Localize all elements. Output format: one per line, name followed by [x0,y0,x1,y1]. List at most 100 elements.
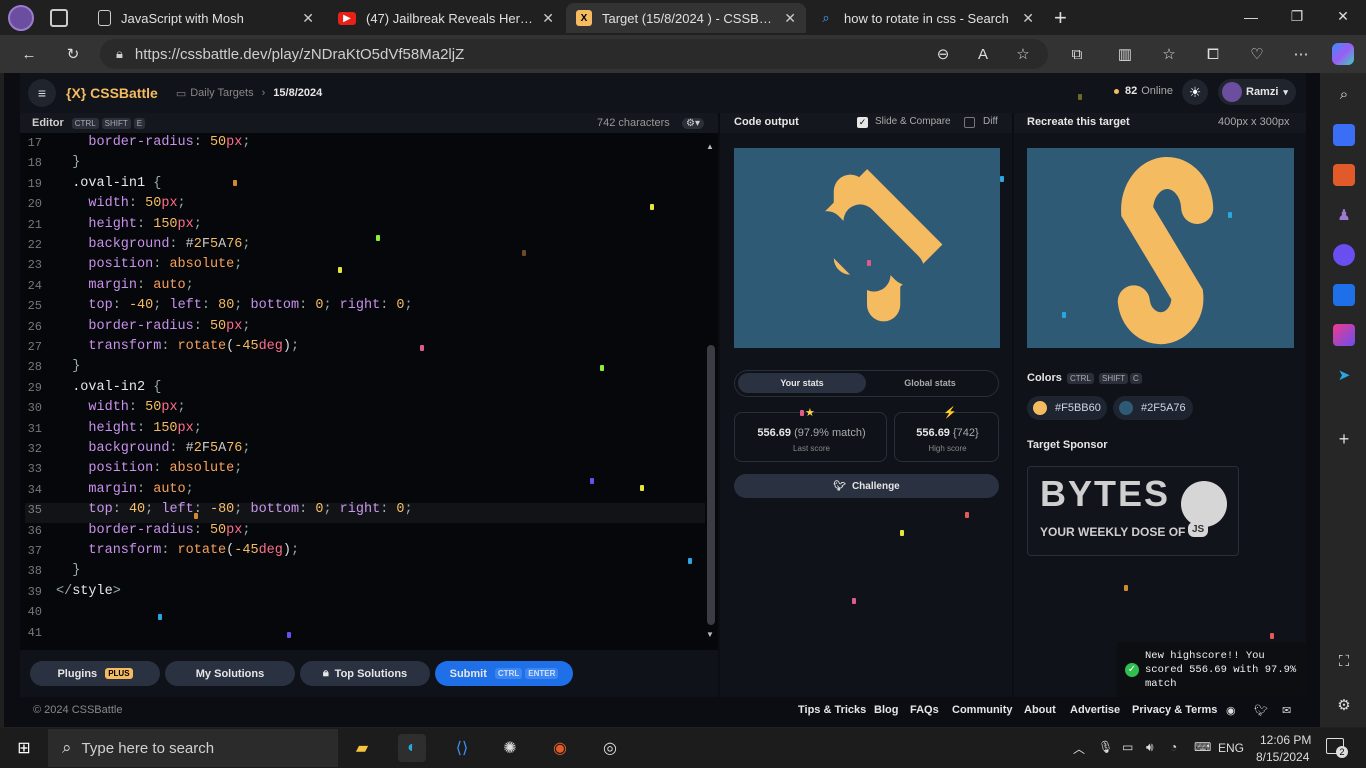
restore-icon[interactable]: ❐ [1274,0,1320,33]
extensions-icon[interactable]: ⧉ [1066,43,1088,65]
close-icon[interactable]: ✕ [784,10,796,27]
close-icon[interactable]: ✕ [1022,10,1034,27]
code-line[interactable]: 24 margin: auto; [20,276,705,296]
microphone-icon[interactable]: 🎙︎ [1098,740,1113,754]
new-tab-button[interactable]: + [1054,5,1067,31]
code-line[interactable]: 30 width: 50px; [20,398,705,418]
app-logo[interactable]: {X} CSSBattle [66,85,158,101]
profile-avatar[interactable] [8,5,34,31]
code-line[interactable]: 38 } [20,561,705,581]
chrome-icon[interactable]: ◎ [596,734,624,762]
color-swatch-2f5a76[interactable]: #2F5A76 [1113,396,1193,420]
more-menu-icon[interactable]: ⋯ [1290,43,1312,65]
window-close-icon[interactable]: ✕ [1320,0,1366,33]
user-menu[interactable]: Ramzi ▾ [1218,79,1296,105]
clock-time[interactable]: 12:06 PM [1260,733,1311,747]
collections-icon[interactable]: ⧠ [1202,43,1224,65]
color-swatch-f5bb60[interactable]: #F5BB60 [1027,396,1107,420]
code-line[interactable]: 39 </style> [20,582,705,602]
wifi-icon[interactable]: ◔ [1170,740,1177,754]
diff-checkbox[interactable] [964,117,975,128]
tab-actions-icon[interactable] [50,9,68,27]
scroll-down-icon[interactable]: ▼ [706,630,714,639]
scroll-up-icon[interactable]: ▲ [706,142,714,151]
plugins-button[interactable]: Plugins PLUS [30,661,160,686]
code-line[interactable]: 36 border-radius: 50px; [20,521,705,541]
favorite-star-icon[interactable]: ☆ [1012,43,1034,65]
my-solutions-button[interactable]: My Solutions [165,661,295,686]
code-line[interactable]: 26 border-radius: 50px; [20,317,705,337]
tab-javascript-mosh[interactable]: JavaScript with Mosh ✕ [88,3,324,33]
editor-scrollbar[interactable] [707,345,715,625]
split-screen-icon[interactable]: ▥ [1114,43,1136,65]
favorites-icon[interactable]: ☆ [1158,43,1180,65]
footer-link-privacy[interactable]: Privacy & Terms [1132,704,1217,716]
your-stats-tab[interactable]: Your stats [738,373,866,393]
app-icon[interactable]: ◉ [546,734,574,762]
code-line[interactable]: 17 border-radius: 50px; [20,133,705,153]
close-icon[interactable]: ✕ [302,10,314,27]
minimize-icon[interactable]: — [1228,0,1274,33]
challenge-button[interactable]: 🐦︎ Challenge [734,474,999,498]
twitter-footer-icon[interactable]: 🐦︎ [1254,704,1268,717]
battery-icon[interactable]: ▭ [1122,740,1133,754]
discord-icon[interactable]: ◉ [1226,704,1236,717]
breadcrumb-daily-targets[interactable]: Daily Targets [190,87,253,99]
telegram-icon[interactable]: ➤ [1333,364,1355,386]
editor-settings-icon[interactable]: ⚙▾ [682,117,704,129]
code-line[interactable]: 20 width: 50px; [20,194,705,214]
target-canvas[interactable] [1027,148,1294,348]
code-line[interactable]: 27 transform: rotate(-45deg); [20,337,705,357]
theme-toggle-button[interactable]: ☀ [1182,79,1208,105]
search-icon[interactable]: ⌕ [1333,83,1355,105]
code-line[interactable]: 37 transform: rotate(-45deg); [20,541,705,561]
slide-compare-checkbox[interactable]: ✓ [857,117,868,128]
address-bar[interactable]: 🔒︎ https://cssbattle.dev/play/zNDraKtO5d… [100,39,1048,69]
copilot-sidebar-icon[interactable] [1333,244,1355,266]
tray-chevron-icon[interactable]: ︿ [1073,740,1085,757]
designer-icon[interactable] [1333,324,1355,346]
code-line[interactable]: 33 position: absolute; [20,459,705,479]
footer-link-community[interactable]: Community [952,704,1013,716]
tag-icon[interactable] [1333,124,1355,146]
read-aloud-icon[interactable]: A [972,43,994,65]
highscore-toast[interactable]: ✓ New highscore!! You scored 556.69 with… [1117,642,1306,700]
close-icon[interactable]: ✕ [542,10,554,27]
footer-link-advertise[interactable]: Advertise [1070,704,1120,716]
taskbar-search-box[interactable]: ⌕ Type here to search [48,729,338,767]
code-line[interactable]: 34 margin: auto; [20,480,705,500]
chatgpt-icon[interactable]: ✺ [496,734,524,762]
tab-search[interactable]: ⌕ how to rotate in css - Search ✕ [808,3,1044,33]
code-output-canvas[interactable] [734,148,1000,348]
settings-icon[interactable]: ⚙ [1333,694,1355,716]
code-line[interactable]: 41 [20,623,705,643]
code-line[interactable]: 18 } [20,153,705,173]
code-line[interactable]: 23 position: absolute; [20,255,705,275]
toolbox-icon[interactable] [1333,164,1355,186]
browser-essentials-icon[interactable]: ♡ [1246,43,1268,65]
code-line[interactable]: 22 background: #2F5A76; [20,235,705,255]
footer-link-blog[interactable]: Blog [874,704,898,716]
edge-taskbar-icon[interactable]: ◐ [398,734,426,762]
footer-link-about[interactable]: About [1024,704,1056,716]
copilot-icon[interactable] [1332,43,1354,65]
back-icon[interactable]: ← [18,43,40,65]
submit-button[interactable]: Submit CTRL ENTER [435,661,573,686]
code-line[interactable]: 40 [20,602,705,622]
code-line[interactable]: 29 .oval-in2 { [20,378,705,398]
volume-icon[interactable]: 🔊︎ [1146,740,1154,755]
code-line[interactable]: 21 height: 150px; [20,215,705,235]
outlook-icon[interactable] [1333,284,1355,306]
tab-cssbattle[interactable]: X Target (15/8/2024 ) - CSSBattle ✕ [566,3,806,33]
code-line[interactable]: 31 height: 150px; [20,419,705,439]
code-line[interactable]: 25 top: -40; left: 80; bottom: 0; right:… [20,296,705,316]
tab-youtube[interactable]: ▶ (47) Jailbreak Reveals Her Secret ✕ [328,3,564,33]
clock-date[interactable]: 8/15/2024 [1256,750,1309,764]
hamburger-menu-button[interactable]: ≡ [28,79,56,107]
vscode-icon[interactable]: ⟨⟩ [448,734,476,762]
zoom-icon[interactable]: ⊖ [932,43,954,65]
screenshot-icon[interactable]: ⛶ [1333,650,1355,672]
mail-icon[interactable]: ✉ [1282,704,1291,717]
code-line[interactable]: 19 .oval-in1 { [20,174,705,194]
footer-link-faqs[interactable]: FAQs [910,704,939,716]
